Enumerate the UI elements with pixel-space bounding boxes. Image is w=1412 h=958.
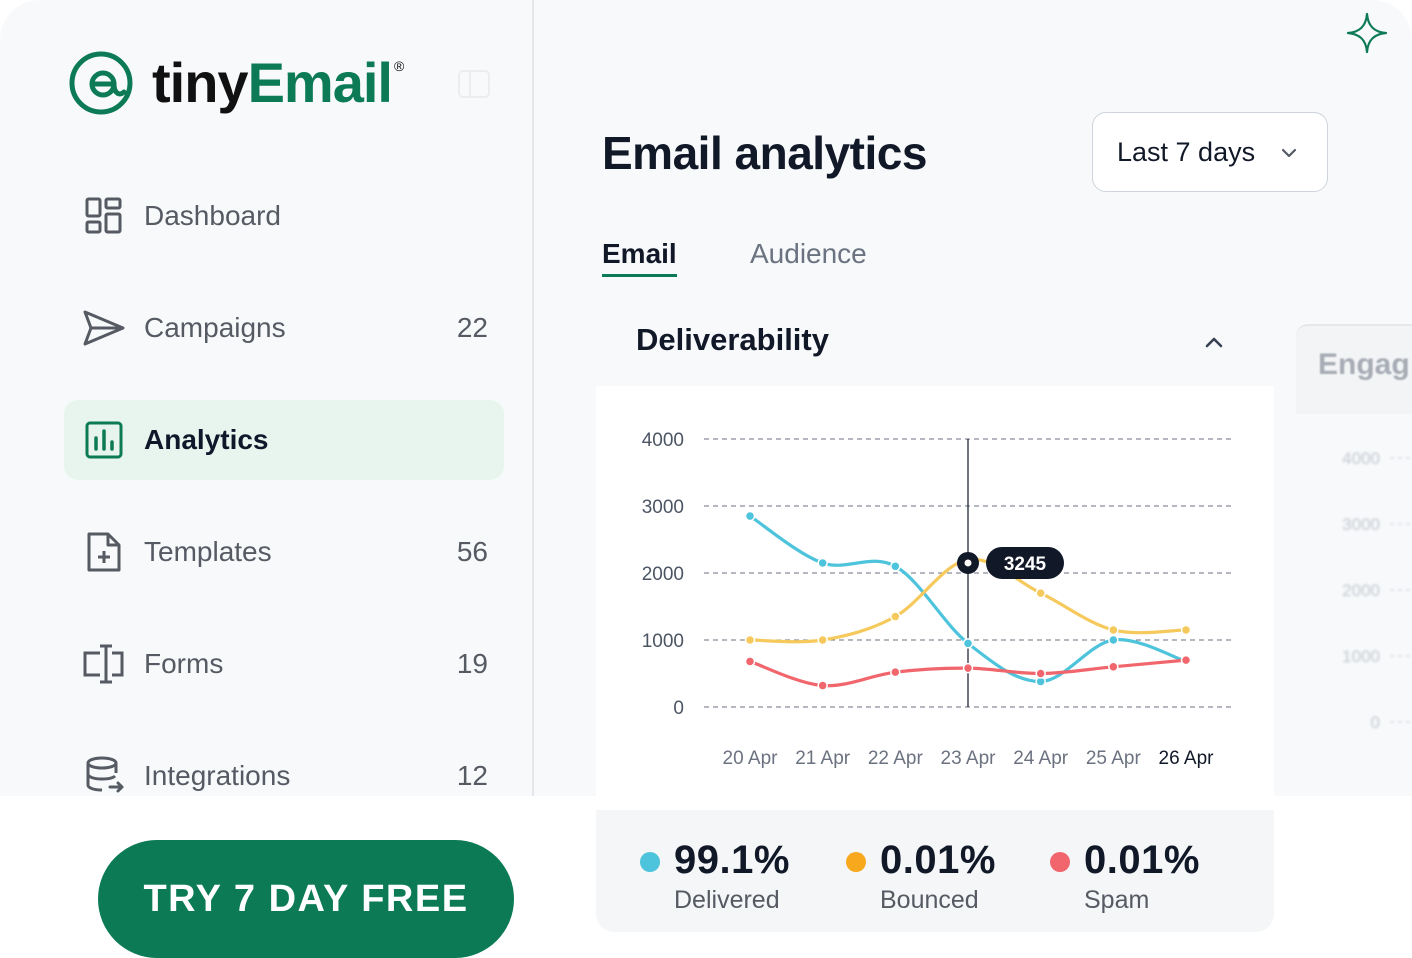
spam-dot bbox=[1050, 852, 1070, 872]
sidebar-item-label: Campaigns bbox=[144, 312, 286, 343]
sidebar-item-forms[interactable]: Forms 19 bbox=[64, 624, 504, 704]
paper-plane-icon bbox=[82, 306, 126, 350]
dashboard-grid-icon bbox=[82, 194, 126, 238]
spam-point bbox=[1108, 661, 1119, 673]
sidebar-item-templates[interactable]: Templates 56 bbox=[64, 512, 504, 592]
campaigns-count: 22 bbox=[456, 312, 488, 343]
x-tick-label: 22 Apr bbox=[868, 748, 924, 769]
engagement-chart-preview: 4000 3000 2000 1000 0 bbox=[1342, 449, 1412, 732]
delivered-point bbox=[1108, 634, 1119, 646]
y-tick-label: 1000 bbox=[642, 631, 684, 652]
document-plus-icon bbox=[82, 530, 126, 574]
chevron-down-icon bbox=[1281, 148, 1297, 158]
bounced-dot bbox=[846, 852, 866, 872]
tab-audience[interactable]: Audience bbox=[750, 238, 867, 274]
engagement-y-tick: 2000 bbox=[1342, 581, 1380, 600]
sidebar-item-analytics[interactable]: Analytics bbox=[64, 400, 504, 480]
x-tick-label: 26 Apr bbox=[1159, 748, 1215, 769]
brand-logo[interactable]: tinyEmail ® bbox=[68, 50, 404, 116]
sidebar-item-label: Dashboard bbox=[144, 200, 281, 231]
stat-value: 0.01% bbox=[880, 838, 996, 882]
x-tick-label: 25 Apr bbox=[1086, 748, 1142, 769]
bounced-point bbox=[1035, 587, 1046, 599]
stat-label: Delivered bbox=[674, 886, 780, 914]
x-tick-label: 21 Apr bbox=[795, 748, 851, 769]
chevron-up-icon[interactable] bbox=[1200, 328, 1228, 356]
sidebar-item-dashboard[interactable]: Dashboard bbox=[64, 176, 504, 256]
x-tick-label: 23 Apr bbox=[941, 748, 997, 769]
deliverability-chart-card: 4000 3000 2000 1000 0 20 Apr 21 Apr 22 Apr 23 Ap… bbox=[596, 386, 1274, 796]
y-tick-label: 4000 bbox=[642, 430, 684, 451]
spam-point bbox=[817, 680, 828, 691]
bounced-point bbox=[817, 634, 828, 646]
engagement-y-tick: 1000 bbox=[1342, 647, 1380, 666]
date-range-select[interactable]: Last 7 days bbox=[1092, 112, 1328, 192]
delivered-point bbox=[744, 510, 756, 522]
spam-point bbox=[890, 666, 901, 678]
engagement-y-tick: 4000 bbox=[1342, 449, 1380, 468]
spam-point bbox=[1035, 668, 1046, 679]
x-tick-label: 20 Apr bbox=[723, 748, 779, 769]
sidebar: tinyEmail ® Dashboard Campaigns 22 Analy… bbox=[0, 0, 534, 796]
delivered-dot bbox=[640, 852, 660, 872]
forms-count: 19 bbox=[456, 648, 488, 679]
main-content: Email analytics Last 7 days Email Audien… bbox=[536, 0, 1412, 796]
spam-point bbox=[1180, 654, 1192, 666]
tinyemail-logo-icon bbox=[69, 51, 133, 115]
sparkle-icon[interactable] bbox=[1346, 12, 1388, 54]
bounced-point bbox=[1180, 624, 1192, 636]
delivered-point bbox=[962, 638, 974, 649]
try-free-button[interactable]: TRY 7 DAY FREE bbox=[98, 840, 514, 958]
engagement-title: Engag bbox=[1318, 348, 1410, 381]
delivered-point bbox=[890, 561, 901, 572]
y-tick-label: 3000 bbox=[642, 497, 684, 518]
y-tick-label: 2000 bbox=[642, 564, 684, 585]
brand-wordmark: tinyEmail ® bbox=[152, 55, 404, 111]
stat-value: 0.01% bbox=[1084, 838, 1200, 882]
y-tick-label: 0 bbox=[673, 698, 684, 719]
templates-count: 56 bbox=[456, 536, 488, 567]
sidebar-item-label: Forms bbox=[144, 648, 224, 679]
date-range-value: Last 7 days bbox=[1117, 136, 1256, 167]
spam-point bbox=[962, 662, 974, 674]
deliverability-chart: 4000 3000 2000 1000 0 20 Apr 21 Apr 22 Apr 23 Ap… bbox=[642, 430, 1234, 769]
deliverability-stats: 99.1% Delivered 0.01% Bounced 0.01% Spam bbox=[596, 810, 1274, 932]
delivered-point bbox=[817, 557, 828, 569]
tooltip-marker-center bbox=[964, 559, 972, 567]
bounced-point bbox=[890, 611, 901, 622]
database-sync-icon bbox=[82, 754, 126, 796]
stat-label: Bounced bbox=[880, 886, 979, 914]
registered-mark: ® bbox=[393, 58, 404, 74]
sidebar-item-label: Integrations bbox=[144, 760, 291, 791]
sidebar-item-integrations[interactable]: Integrations 12 bbox=[64, 736, 504, 796]
deliverability-title: Deliverability bbox=[636, 322, 829, 357]
app-window: tinyEmail ® Dashboard Campaigns 22 Analy… bbox=[0, 0, 1412, 796]
x-tick-label: 24 Apr bbox=[1013, 748, 1069, 769]
brand-name-prefix: tiny bbox=[152, 51, 249, 114]
bounced-point bbox=[1108, 624, 1119, 636]
engagement-y-tick: 0 bbox=[1371, 713, 1380, 732]
bar-chart-icon bbox=[82, 418, 126, 462]
bounced-point bbox=[744, 634, 756, 646]
engagement-y-tick: 3000 bbox=[1342, 515, 1380, 534]
sidebar-item-campaigns[interactable]: Campaigns 22 bbox=[64, 288, 504, 368]
stat-value: 99.1% bbox=[674, 838, 790, 882]
brand-name-suffix: Email bbox=[247, 51, 393, 114]
page-title: Email analytics bbox=[602, 127, 927, 179]
form-field-icon bbox=[82, 642, 126, 686]
try-free-label: TRY 7 DAY FREE bbox=[143, 877, 469, 920]
tab-email[interactable]: Email bbox=[602, 238, 677, 277]
sidebar-item-label: Analytics bbox=[144, 424, 269, 455]
spam-point bbox=[744, 656, 756, 667]
collapse-sidebar-icon[interactable] bbox=[456, 66, 492, 102]
integrations-count: 12 bbox=[456, 760, 488, 791]
stat-label: Spam bbox=[1084, 886, 1150, 914]
tooltip-value: 3245 bbox=[1004, 554, 1047, 575]
sidebar-item-label: Templates bbox=[144, 536, 272, 567]
